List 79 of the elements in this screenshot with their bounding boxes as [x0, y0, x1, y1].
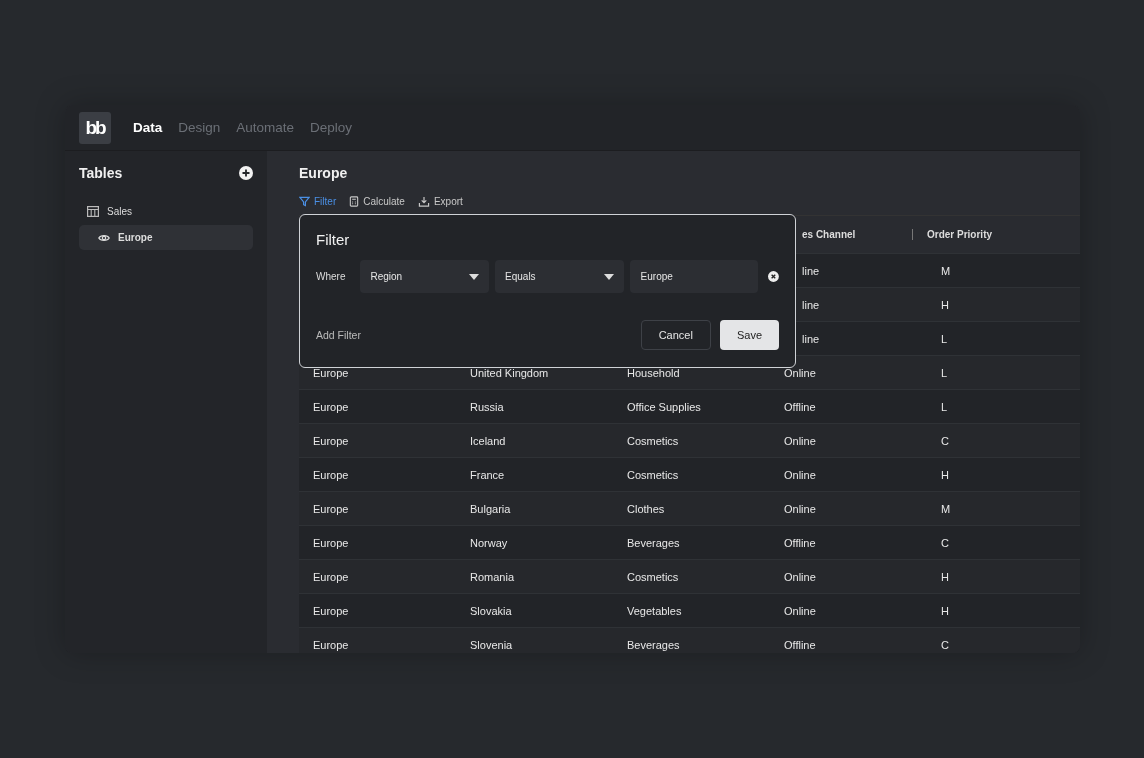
table-cell-text: H: [940, 468, 950, 481]
table-cell-text: line: [801, 264, 821, 277]
table-cell-text: M: [940, 502, 952, 515]
table-cell-text: C: [940, 536, 950, 549]
table-cell-text: H: [940, 604, 950, 617]
table-cell-text: Clothes: [626, 502, 666, 515]
table-cell-text: line: [801, 298, 821, 311]
table-cell-text: L: [940, 366, 949, 379]
table-cell-text: Online: [783, 468, 817, 481]
column-header: es Channel: [802, 229, 856, 240]
toolbar-button[interactable]: Filter: [299, 196, 337, 207]
where-label: Where: [316, 271, 347, 282]
table-cell-text: M: [940, 264, 952, 277]
table-cell-text: Europe: [312, 570, 350, 583]
table-cell-text: Europe: [312, 502, 350, 515]
caret-icon: [469, 273, 480, 280]
table-cell-text: C: [940, 638, 950, 651]
table-cell-text: C: [940, 434, 950, 447]
field-dropdown[interactable]: Region: [360, 260, 490, 293]
table-cell-text: Slovenia: [469, 638, 514, 651]
value-field[interactable]: Europe: [629, 260, 759, 293]
table-cell-text: Cosmetics: [626, 434, 680, 447]
toolbar-button[interactable]: Export: [417, 196, 463, 207]
cancel-button[interactable]: Cancel: [640, 320, 711, 350]
table-cell-text: Norway: [469, 536, 509, 549]
app-logo: bb: [79, 111, 111, 144]
table-cell-text: Slovakia: [469, 604, 513, 617]
column-header: Order Priority: [927, 229, 994, 240]
table-cell-text: Household: [626, 366, 681, 379]
table-cell-text: Offline: [783, 638, 817, 651]
table-cell-text: Cosmetics: [626, 468, 680, 481]
table-cell-text: Vegetables: [626, 604, 683, 617]
table-cell-text: H: [940, 570, 950, 583]
table-cell-text: United Kingdom: [469, 366, 550, 379]
caret-icon: [603, 273, 614, 280]
toolbar-button[interactable]: Calculate: [349, 196, 405, 207]
nav-tab[interactable]: Data: [133, 120, 163, 135]
table-cell-text: L: [940, 332, 949, 345]
table-cell-text: line: [801, 332, 821, 345]
add-filter-link[interactable]: Add Filter: [316, 329, 361, 341]
table-cell-text: Europe: [312, 366, 350, 379]
table-cell-text: Online: [783, 570, 817, 583]
table-cell-text: Online: [783, 604, 817, 617]
table-cell-text: Iceland: [469, 434, 507, 447]
table-cell-text: Europe: [312, 536, 350, 549]
table-cell-text: Online: [783, 366, 817, 379]
table-cell-text: L: [940, 400, 949, 413]
table-cell-text: Beverages: [626, 638, 681, 651]
save-button[interactable]: Save: [719, 320, 779, 350]
table-cell-text: Online: [783, 502, 817, 515]
add-icon[interactable]: [239, 166, 253, 180]
table-cell-text: Beverages: [626, 536, 681, 549]
popover-title: Filter: [316, 231, 351, 248]
table-cell-text: Europe: [312, 468, 350, 481]
table-cell-text: Offline: [783, 536, 817, 549]
eye-icon: [98, 232, 110, 243]
remove-icon[interactable]: [768, 271, 779, 282]
download-icon: [417, 196, 430, 207]
calculator-icon: [349, 196, 360, 207]
page-title: Europe: [299, 165, 349, 181]
table-cell-text: Europe: [312, 400, 350, 413]
operator-dropdown[interactable]: Equals: [495, 260, 624, 293]
table-cell-text: Bulgaria: [469, 502, 512, 515]
table-cell-text: France: [469, 468, 506, 481]
sidebar-title: Tables: [79, 165, 123, 181]
filter-icon: [299, 196, 310, 207]
table-icon: [87, 206, 99, 217]
table-cell-text: Europe: [312, 604, 350, 617]
table-cell-text: Offline: [783, 400, 817, 413]
table-cell-text: Russia: [469, 400, 505, 413]
table-cell-text: Cosmetics: [626, 570, 680, 583]
table-cell-text: Europe: [312, 434, 350, 447]
table-cell-text: Online: [783, 434, 817, 447]
table-cell-text: Romania: [469, 570, 516, 583]
sidebar-item[interactable]: Europe: [79, 225, 253, 250]
table-cell-text: Europe: [312, 638, 350, 651]
table-cell-text: H: [940, 298, 950, 311]
sidebar-item[interactable]: Sales: [79, 199, 253, 224]
table-cell-text: Office Supplies: [626, 400, 702, 413]
